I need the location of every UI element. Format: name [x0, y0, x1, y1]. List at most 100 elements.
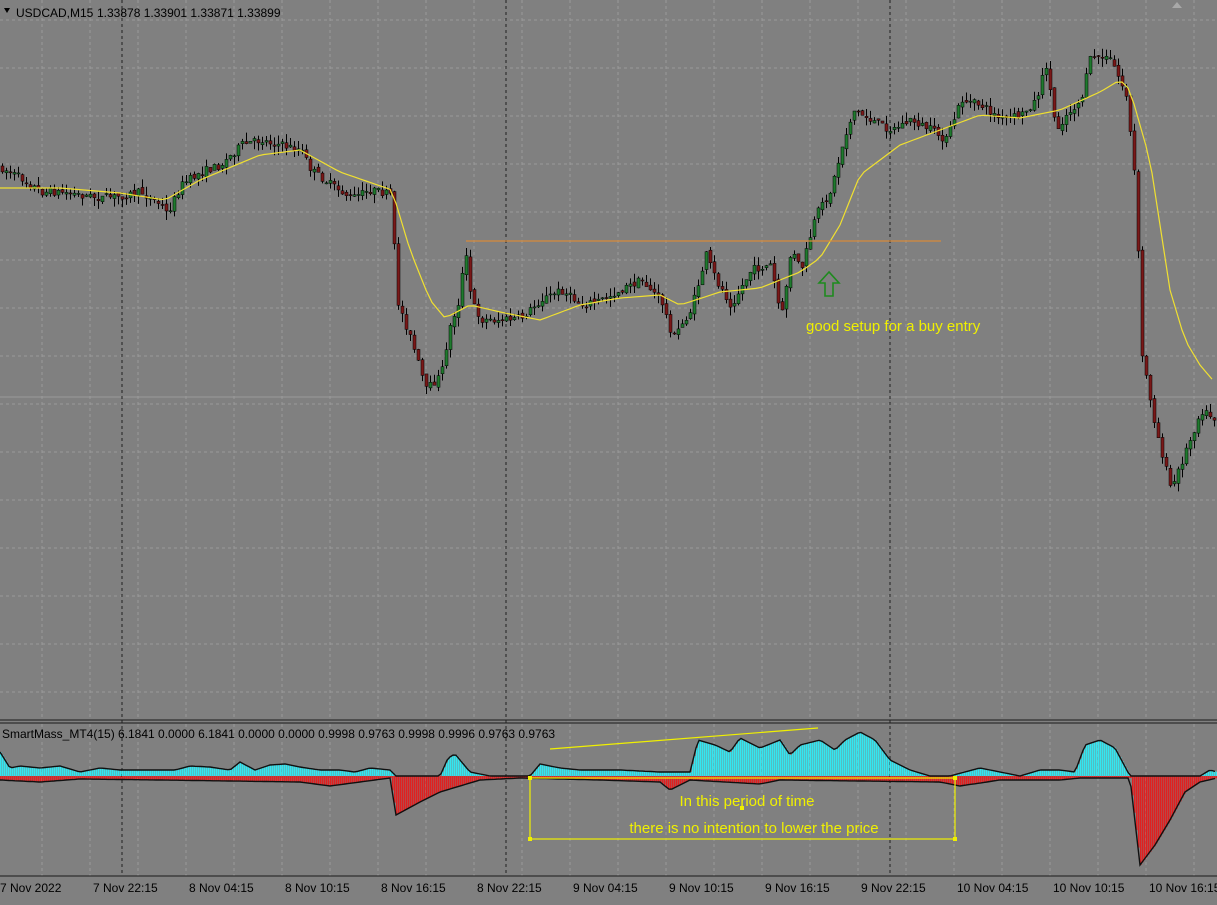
histogram-bar-positive [866, 735, 868, 776]
chart-window[interactable]: good setup for a buy entry In this perio… [0, 0, 1217, 900]
candle-body [664, 303, 669, 315]
histogram-bar-positive [204, 766, 206, 776]
histogram-bar-positive [164, 770, 166, 776]
histogram-bar-negative [762, 776, 764, 784]
histogram-bar-positive [316, 769, 318, 776]
candle-body [196, 173, 201, 180]
histogram-bar-negative [192, 776, 194, 781]
candle [396, 237, 401, 310]
histogram-bar-positive [194, 766, 196, 776]
candle-body [1180, 463, 1185, 470]
histogram-bar-positive [64, 767, 66, 776]
histogram-bar-positive [40, 768, 42, 776]
histogram-bar-positive [768, 744, 770, 776]
histogram-bar-positive [322, 770, 324, 776]
candle [636, 276, 641, 289]
histogram-bar-positive [588, 770, 590, 776]
histogram-bar-negative [896, 776, 898, 782]
candle-body [960, 101, 965, 108]
histogram-bar-negative [1154, 776, 1156, 847]
chart-canvas[interactable]: good setup for a buy entry In this perio… [0, 0, 1217, 900]
candle-body [1048, 68, 1053, 90]
histogram-bar-negative [296, 776, 298, 782]
histogram-bar-negative [406, 776, 408, 810]
histogram-bar-negative [928, 776, 930, 782]
candle [788, 256, 793, 292]
histogram-bar-negative [754, 776, 756, 784]
candle-body [452, 316, 457, 328]
histogram-bar-positive [840, 745, 842, 776]
histogram-bar-positive [266, 766, 268, 776]
histogram-bar-positive [364, 769, 366, 776]
candle-body [648, 284, 653, 291]
candle-body [924, 122, 929, 130]
candle-body [980, 104, 985, 108]
candle-body [940, 134, 945, 142]
histogram-bar-positive [836, 749, 838, 776]
candle-body [864, 116, 869, 118]
histogram-bar-positive [1046, 770, 1048, 776]
histogram-bar-positive [144, 770, 146, 776]
histogram-bar-negative [726, 776, 728, 783]
candle-body [804, 248, 809, 267]
histogram-bar-positive [42, 767, 44, 776]
histogram-bar-negative [716, 776, 718, 782]
histogram-bar-negative [1188, 776, 1190, 790]
histogram-bar-negative [1144, 776, 1146, 860]
histogram-bar-positive [570, 769, 572, 776]
histogram-bar-negative [432, 776, 434, 796]
histogram-bar-positive [178, 769, 180, 776]
histogram-bar-negative [978, 776, 980, 784]
candle-body [240, 141, 245, 144]
histogram-bar-negative [270, 776, 272, 782]
histogram-bar-negative [320, 776, 322, 785]
histogram-bar-negative [652, 776, 654, 782]
histogram-bar-positive [24, 766, 26, 776]
candle-body [436, 375, 441, 388]
histogram-bar-positive [978, 768, 980, 776]
histogram-bar-positive [92, 769, 94, 776]
candle-body [836, 162, 841, 178]
histogram-bar-positive [246, 765, 248, 776]
buy-setup-annotation[interactable]: good setup for a buy entry [806, 318, 981, 335]
histogram-bar-negative [416, 776, 418, 805]
histogram-bar-positive [114, 769, 116, 776]
histogram-bar-positive [1052, 770, 1054, 776]
histogram-bar-positive [884, 752, 886, 776]
histogram-bar-positive [1096, 741, 1098, 776]
histogram-bar-positive [44, 767, 46, 776]
histogram-bar-negative [966, 776, 968, 786]
histogram-bar-positive [448, 758, 450, 776]
histogram-bar-positive [852, 736, 854, 776]
candle-body [732, 303, 737, 307]
candle-body [972, 99, 977, 104]
histogram-bar-positive [876, 741, 878, 776]
histogram-bar-negative [880, 776, 882, 782]
histogram-bar-negative [322, 776, 324, 785]
histogram-bar-positive [104, 768, 106, 776]
histogram-bar-positive [120, 770, 122, 776]
histogram-bar-positive [1058, 770, 1060, 776]
histogram-bar-negative [306, 776, 308, 783]
candle-body [640, 279, 645, 282]
candle-body [352, 194, 357, 197]
histogram-bar-positive [258, 769, 260, 776]
candle-body [984, 105, 989, 107]
histogram-bar-positive [262, 767, 264, 776]
histogram-bar-negative [228, 776, 230, 781]
histogram-bar-positive [148, 770, 150, 776]
histogram-bar-positive [1094, 742, 1096, 776]
histogram-bar-positive [1092, 742, 1094, 776]
histogram-bar-negative [18, 776, 20, 781]
histogram-bar-positive [806, 743, 808, 776]
candle-body [876, 118, 881, 121]
histogram-bar-negative [920, 776, 922, 782]
histogram-bar-positive [376, 768, 378, 776]
candle-body [548, 293, 553, 296]
time-axis-label: 9 Nov 16:15 [765, 881, 830, 895]
candle-body [696, 285, 701, 297]
histogram-bar-positive [102, 768, 104, 776]
histogram-bar-positive [546, 765, 548, 776]
candle-body [632, 281, 637, 287]
histogram-bar-positive [726, 750, 728, 776]
